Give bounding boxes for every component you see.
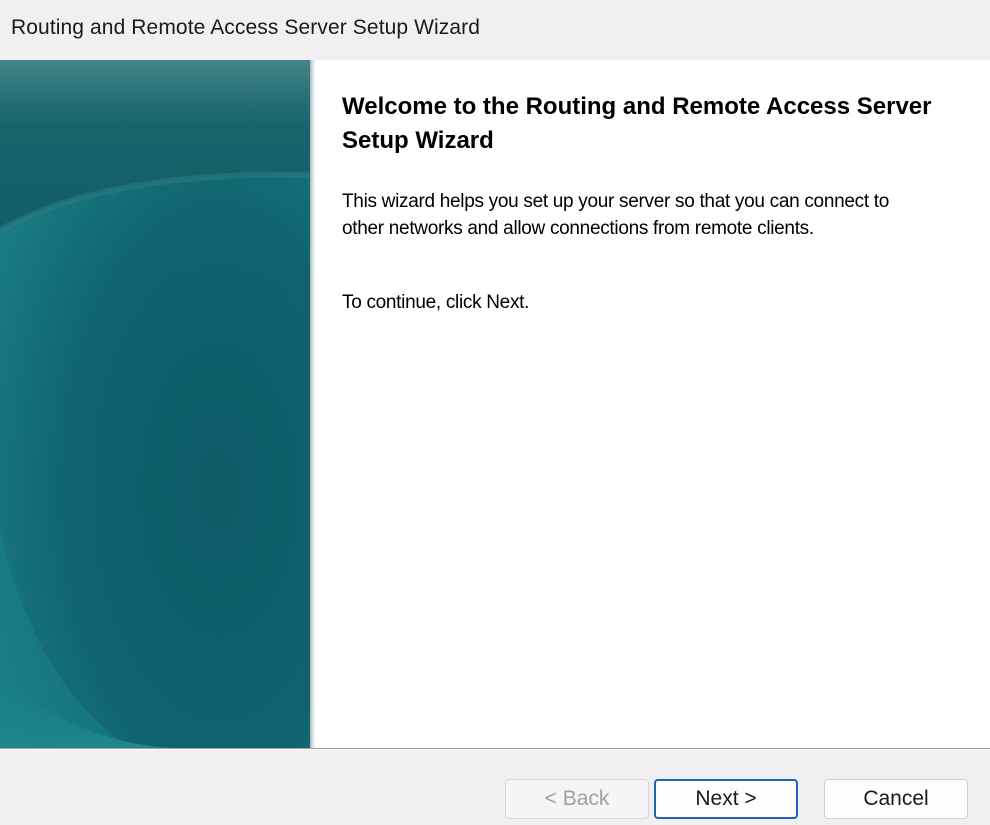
wizard-instruction: To continue, click Next. — [342, 292, 530, 313]
next-button[interactable]: Next > — [654, 779, 798, 819]
title-bar: Routing and Remote Access Server Setup W… — [0, 0, 990, 60]
banner-graphic — [0, 60, 312, 748]
wizard-content-panel: Welcome to the Routing and Remote Access… — [316, 60, 990, 748]
window-title: Routing and Remote Access Server Setup W… — [11, 16, 481, 39]
wizard-banner-image — [0, 60, 312, 748]
wizard-heading: Welcome to the Routing and Remote Access… — [342, 93, 932, 154]
wizard-description: This wizard helps you set up your server… — [342, 191, 890, 239]
cancel-button[interactable]: Cancel — [824, 779, 968, 819]
back-button[interactable]: < Back — [505, 779, 649, 819]
